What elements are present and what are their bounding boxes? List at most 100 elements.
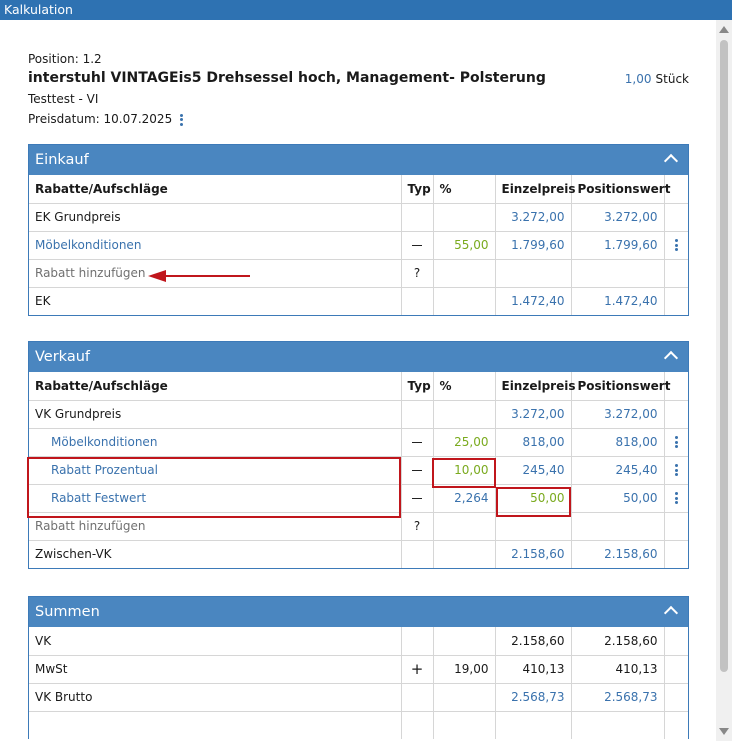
scroll-thumb[interactable] — [720, 40, 728, 672]
table-row: Zwischen-VK 2.158,60 2.158,60 — [29, 540, 688, 568]
row-pct — [432, 259, 495, 288]
row-typ — [400, 540, 433, 568]
row-einzelpreis[interactable]: 2.568,73 — [494, 683, 571, 712]
summen-panel: Summen VK 2.158,60 2.158,60 MwSt + 19,00… — [28, 596, 689, 739]
row-positionswert[interactable]: 818,00 — [570, 428, 664, 457]
collapse-chevron-icon[interactable] — [663, 350, 679, 366]
table-row: VK Grundpreis 3.272,00 3.272,00 — [29, 400, 688, 429]
annotation-arrow-icon — [148, 270, 166, 282]
annotation-arrow-line — [164, 275, 250, 277]
row-name: EK Grundpreis — [29, 203, 401, 232]
row-typ — [400, 683, 433, 712]
table-header-row: Rabatte/Aufschläge Typ % Einzelpreis Pos… — [29, 372, 688, 401]
add-discount-button[interactable]: Rabatt hinzufügen — [29, 259, 401, 288]
row-positionswert[interactable]: 1.799,60 — [570, 231, 664, 260]
row-einzelpreis — [494, 259, 571, 288]
row-positionswert[interactable]: 2.158,60 — [570, 540, 664, 568]
preisdatum-label: Preisdatum: 10.07.2025 — [28, 112, 173, 126]
row-positionswert[interactable]: 1.472,40 — [570, 287, 664, 315]
row-actions — [663, 400, 688, 429]
vertical-scrollbar[interactable] — [716, 20, 732, 741]
row-positionswert: 410,13 — [570, 655, 664, 684]
row-pct — [432, 203, 495, 232]
row-einzelpreis[interactable]: 1.472,40 — [494, 287, 571, 315]
table-row: EK Grundpreis 3.272,00 3.272,00 — [29, 203, 688, 232]
row-positionswert[interactable]: 50,00 — [570, 484, 664, 513]
row-pct — [432, 400, 495, 429]
quantity: 1,00 Stück — [625, 72, 689, 86]
row-positionswert — [570, 711, 664, 739]
row-pct[interactable]: 2,264 — [432, 484, 495, 513]
more-options-icon[interactable] — [674, 463, 678, 478]
row-positionswert — [570, 259, 664, 288]
quantity-unit: Stück — [655, 72, 689, 86]
row-actions — [663, 540, 688, 568]
row-typ[interactable] — [400, 484, 433, 513]
more-options-icon[interactable] — [180, 112, 184, 127]
row-positionswert[interactable]: 2.568,73 — [570, 683, 664, 712]
row-actions[interactable] — [663, 456, 688, 485]
scroll-down-icon[interactable] — [719, 728, 729, 735]
kalkulation-content: Position: 1.2 interstuhl VINTAGEis5 Dreh… — [0, 20, 716, 741]
row-name: VK Grundpreis — [29, 400, 401, 429]
row-einzelpreis[interactable]: 818,00 — [494, 428, 571, 457]
row-actions — [663, 627, 688, 656]
row-actions — [663, 287, 688, 315]
row-name: Zwischen-VK — [35, 547, 112, 562]
collapse-chevron-icon[interactable] — [663, 605, 679, 621]
row-typ — [400, 203, 433, 232]
collapse-chevron-icon[interactable] — [663, 153, 679, 169]
row-pct — [432, 287, 495, 315]
col-percent: % — [432, 175, 495, 204]
minus-icon — [412, 441, 422, 444]
einkauf-table: Rabatte/Aufschläge Typ % Einzelpreis Pos… — [29, 175, 688, 315]
row-typ[interactable] — [400, 456, 433, 485]
position-label: Position: 1.2 — [28, 52, 102, 66]
row-einzelpreis: 410,13 — [494, 655, 571, 684]
more-options-icon[interactable] — [674, 238, 678, 253]
row-typ[interactable] — [400, 231, 433, 260]
table-row: EK 1.472,40 1.472,40 — [29, 287, 688, 315]
row-positionswert: 2.158,60 — [570, 627, 664, 656]
table-row: VK Brutto 2.568,73 2.568,73 — [29, 683, 688, 712]
row-typ — [400, 400, 433, 429]
more-options-icon[interactable] — [674, 491, 678, 506]
summen-header[interactable]: Summen — [29, 597, 688, 627]
row-actions[interactable] — [663, 484, 688, 513]
quantity-value[interactable]: 1,00 — [625, 72, 652, 86]
more-options-icon[interactable] — [674, 435, 678, 450]
col-rabatte: Rabatte/Aufschläge — [29, 175, 401, 204]
einkauf-header[interactable]: Einkauf — [29, 145, 688, 175]
scroll-up-icon[interactable] — [719, 26, 729, 33]
row-name: MwSt — [29, 655, 401, 684]
row-typ[interactable] — [400, 428, 433, 457]
col-einzelpreis: Einzelpreis — [494, 175, 576, 204]
row-pct[interactable]: 55,00 — [432, 231, 495, 260]
table-header-row: Rabatte/Aufschläge Typ % Einzelpreis Pos… — [29, 175, 688, 204]
row-actions[interactable] — [663, 231, 688, 260]
table-row — [29, 711, 688, 739]
row-actions[interactable] — [663, 428, 688, 457]
row-pct: 19,00 — [432, 655, 495, 684]
row-name-link[interactable]: Möbelkonditionen — [29, 428, 401, 457]
einkauf-panel: Einkauf Rabatte/Aufschläge Typ % Einzelp… — [28, 144, 689, 316]
row-typ[interactable]: ? — [400, 259, 433, 288]
row-positionswert[interactable]: 3.272,00 — [570, 203, 664, 232]
article-title: interstuhl VINTAGEis5 Drehsessel hoch, M… — [28, 70, 546, 86]
row-positionswert[interactable]: 245,40 — [570, 456, 664, 485]
row-actions — [663, 683, 688, 712]
row-actions — [663, 655, 688, 684]
row-typ — [400, 287, 433, 315]
row-typ[interactable]: ? — [400, 512, 433, 541]
col-typ: Typ — [400, 372, 433, 401]
row-positionswert[interactable]: 3.272,00 — [570, 400, 664, 429]
row-einzelpreis[interactable]: 3.272,00 — [494, 400, 571, 429]
row-einzelpreis[interactable]: 245,40 — [494, 456, 571, 485]
verkauf-header[interactable]: Verkauf — [29, 342, 688, 372]
row-einzelpreis[interactable]: 2.158,60 — [494, 540, 571, 568]
row-einzelpreis[interactable]: 3.272,00 — [494, 203, 571, 232]
row-actions — [663, 259, 688, 288]
row-pct[interactable]: 25,00 — [432, 428, 495, 457]
row-name-link[interactable]: Möbelkonditionen — [29, 231, 401, 260]
row-einzelpreis[interactable]: 1.799,60 — [494, 231, 571, 260]
